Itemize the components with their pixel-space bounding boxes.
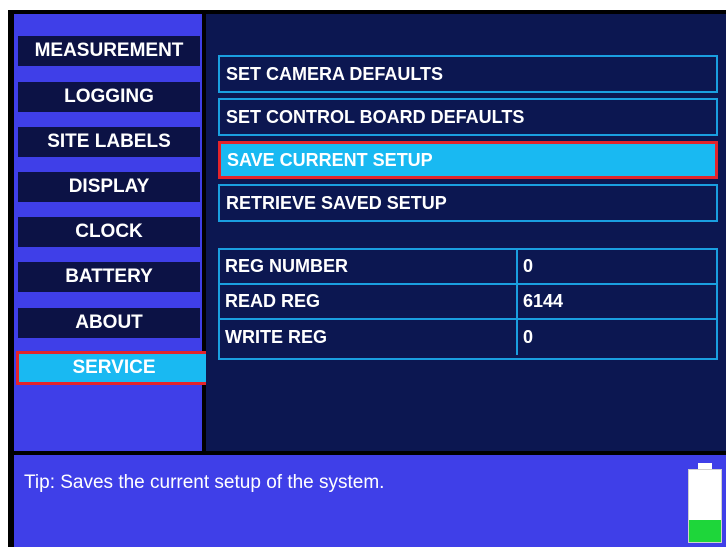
sidebar-item-clock[interactable]: CLOCK — [18, 217, 200, 247]
write-reg-field[interactable]: 0 — [518, 320, 716, 355]
read-reg-value: 6144 — [523, 291, 564, 311]
tip-text: Tip: Saves the current setup of the syst… — [24, 472, 385, 493]
sidebar-item-about[interactable]: ABOUT — [18, 308, 200, 338]
write-reg-label: WRITE REG — [220, 320, 518, 355]
save-current-setup-button[interactable]: SAVE CURRENT SETUP — [218, 141, 718, 179]
battery-icon — [688, 463, 722, 543]
sidebar-item-measurement[interactable]: MEASUREMENT — [18, 36, 200, 66]
device-screen: MEASUREMENT LOGGING SITE LABELS DISPLAY … — [0, 0, 726, 547]
battery-level-fill — [689, 520, 721, 542]
read-reg-label: READ REG — [220, 285, 518, 318]
reg-number-field[interactable]: 0 — [518, 250, 716, 283]
retrieve-saved-setup-button[interactable]: RETRIEVE SAVED SETUP — [218, 184, 718, 222]
tip-bar — [14, 455, 726, 547]
table-row: READ REG 6144 — [220, 285, 716, 320]
table-row: WRITE REG 0 — [220, 320, 716, 355]
sidebar: MEASUREMENT LOGGING SITE LABELS DISPLAY … — [14, 14, 212, 451]
battery-body — [688, 469, 722, 543]
sidebar-item-logging[interactable]: LOGGING — [18, 82, 200, 112]
sidebar-item-service[interactable]: SERVICE — [16, 351, 212, 385]
set-camera-defaults-button[interactable]: SET CAMERA DEFAULTS — [218, 55, 718, 93]
sidebar-item-battery[interactable]: BATTERY — [18, 262, 200, 292]
register-table: REG NUMBER 0 READ REG 6144 WRITE REG 0 — [218, 248, 718, 360]
set-control-board-defaults-button[interactable]: SET CONTROL BOARD DEFAULTS — [218, 98, 718, 136]
sidebar-item-display[interactable]: DISPLAY — [18, 172, 200, 202]
table-row: REG NUMBER 0 — [220, 250, 716, 285]
sidebar-item-site-labels[interactable]: SITE LABELS — [18, 127, 200, 157]
reg-number-label: REG NUMBER — [220, 250, 518, 283]
